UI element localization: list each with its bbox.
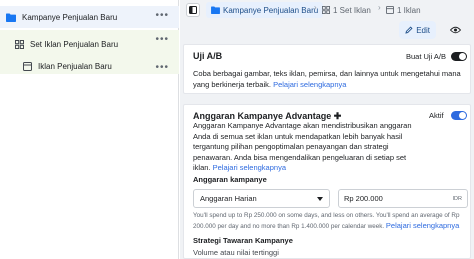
chevron-right-icon: ›: [378, 3, 381, 12]
breadcrumb-adset-label: 1 Set Iklan: [333, 5, 371, 15]
grid-icon: [14, 39, 24, 49]
currency-label: IDR: [452, 196, 462, 202]
budget-amount-input[interactable]: Rp 200.000 IDR: [338, 189, 468, 208]
chevron-right-icon: ›: [314, 3, 317, 12]
sidebar-toggle-icon[interactable]: [186, 3, 200, 17]
caret-down-icon: [317, 197, 323, 201]
ab-test-card: Uji A/B Buat Uji A/B Coba berbagai gamba…: [183, 44, 471, 94]
edit-button-label: Edit: [416, 25, 430, 35]
ad-icon: [22, 61, 32, 71]
view-actions: Edit: [399, 21, 468, 39]
bid-strategy-value[interactable]: Volume atau nilai tertinggi: [193, 248, 279, 257]
bid-strategy-heading: Strategi Tawaran Kampanye: [193, 236, 293, 245]
preview-button[interactable]: [446, 21, 468, 39]
tree-item-adset[interactable]: Set Iklan Penjualan Baru •••: [0, 30, 179, 58]
edit-button[interactable]: Edit: [399, 21, 436, 39]
advantage-budget-card: Anggaran Kampanye Advantage ✚ Aktif Angg…: [183, 104, 471, 259]
budget-amount-value: Rp 200.000: [344, 194, 383, 203]
breadcrumb: Kampanye Penjualan Baru › 1 Set Iklan › …: [180, 0, 474, 20]
budget-note: You'll spend up to Rp 250.000 on some da…: [193, 211, 471, 232]
tree-item-ad[interactable]: Iklan Penjualan Baru •••: [0, 58, 179, 74]
breadcrumb-ad-label: 1 Iklan: [397, 5, 421, 15]
campaign-tree: Kampanye Penjualan Baru ••• Set Iklan Pe…: [0, 0, 179, 259]
budget-type-value: Anggaran Harian: [200, 194, 257, 203]
ab-test-toggle[interactable]: [451, 52, 467, 61]
eye-icon: [450, 26, 461, 34]
tree-item-campaign[interactable]: Kampanye Penjualan Baru •••: [0, 6, 179, 28]
breadcrumb-campaign-label: Kampanye Penjualan Baru: [223, 5, 319, 15]
tree-item-adset-label: Set Iklan Penjualan Baru: [30, 39, 119, 49]
pencil-icon: [405, 26, 413, 34]
folder-icon: [211, 6, 220, 14]
ab-test-description: Coba berbagai gambar, teks iklan, pemirs…: [193, 69, 467, 90]
tree-item-campaign-label: Kampanye Penjualan Baru: [22, 12, 118, 22]
budget-learn-more-link[interactable]: Pelajari selengkapnya: [386, 221, 459, 230]
advantage-description: Anggaran Kampanye Advantage akan mendist…: [193, 121, 415, 174]
sparkle-icon: ✚: [333, 111, 342, 121]
advantage-learn-more-link[interactable]: Pelajari selengkapnya: [213, 163, 286, 172]
ab-test-title: Uji A/B: [193, 51, 223, 61]
grid-icon: [322, 6, 330, 14]
advantage-toggle[interactable]: [451, 111, 467, 120]
breadcrumb-ad[interactable]: 1 Iklan: [386, 2, 421, 18]
tree-item-ad-label: Iklan Penjualan Baru: [38, 61, 112, 71]
breadcrumb-adset[interactable]: 1 Set Iklan: [322, 2, 371, 18]
advantage-toggle-label: Aktif: [429, 111, 444, 120]
budget-type-select[interactable]: Anggaran Harian: [193, 189, 330, 208]
advantage-title-text: Anggaran Kampanye Advantage: [193, 111, 332, 121]
folder-icon: [6, 12, 16, 22]
ab-test-toggle-label: Buat Uji A/B: [406, 52, 447, 61]
more-options-icon[interactable]: •••: [155, 63, 169, 73]
more-options-icon[interactable]: •••: [155, 35, 169, 45]
ad-icon: [386, 6, 394, 14]
breadcrumb-campaign[interactable]: Kampanye Penjualan Baru: [206, 2, 324, 18]
more-options-icon[interactable]: •••: [155, 11, 169, 21]
editor-pane: Kampanye Penjualan Baru › 1 Set Iklan › …: [180, 0, 474, 259]
ab-test-learn-more-link[interactable]: Pelajari selengkapnya: [273, 80, 346, 89]
budget-heading: Anggaran kampanye: [193, 175, 267, 184]
